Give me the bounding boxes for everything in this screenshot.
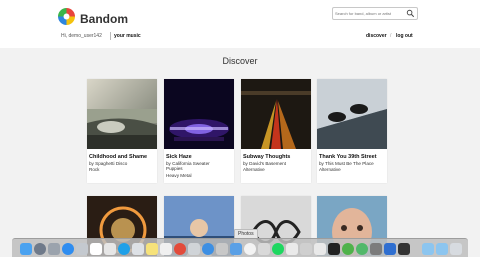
album-genre: Rock bbox=[89, 167, 100, 172]
search-icon[interactable] bbox=[406, 9, 415, 18]
page-title: Discover bbox=[222, 56, 258, 66]
album-artist[interactable]: by David's Basement bbox=[243, 161, 311, 166]
album-card[interactable]: Sick Haze by California Sweater Puppies … bbox=[164, 79, 234, 183]
search-input[interactable] bbox=[335, 9, 405, 18]
mail-icon[interactable] bbox=[230, 243, 242, 255]
folder-icon[interactable] bbox=[436, 243, 448, 255]
logout-link[interactable]: log out bbox=[396, 33, 413, 39]
album-cover[interactable] bbox=[87, 79, 157, 149]
album-genre: Heavy Metal bbox=[166, 173, 192, 178]
album-card[interactable]: Subway Thoughts by David's Basement Alte… bbox=[241, 79, 311, 183]
notes-icon[interactable] bbox=[146, 243, 158, 255]
app-icon[interactable] bbox=[398, 243, 410, 255]
album-genre: Alternative bbox=[319, 167, 341, 172]
user-greeting: Hi, demo_user142 bbox=[61, 33, 102, 39]
app-icon[interactable] bbox=[48, 243, 60, 255]
skype-icon[interactable] bbox=[118, 243, 130, 255]
spotify-icon[interactable] bbox=[272, 243, 284, 255]
app-icon[interactable] bbox=[258, 243, 270, 255]
app-icon[interactable] bbox=[132, 243, 144, 255]
bandom-logo[interactable] bbox=[58, 8, 75, 25]
album-cover[interactable] bbox=[241, 79, 311, 149]
app-icon[interactable] bbox=[300, 243, 312, 255]
nav-separator: / bbox=[390, 33, 392, 39]
header: Bandom Hi, demo_user142 your music disco… bbox=[0, 0, 480, 48]
app-icon[interactable] bbox=[314, 243, 326, 255]
dock bbox=[12, 238, 468, 257]
album-title[interactable]: Sick Haze bbox=[166, 154, 234, 160]
album-title[interactable]: Subway Thoughts bbox=[243, 154, 311, 160]
app-icon[interactable] bbox=[90, 243, 102, 255]
divider bbox=[110, 32, 111, 40]
album-artist[interactable]: by Spaghetti Disco bbox=[89, 161, 157, 166]
trash-icon[interactable] bbox=[450, 243, 462, 255]
album-artist[interactable]: by This Must Be The Place bbox=[319, 161, 387, 166]
your-music-link[interactable]: your music bbox=[114, 33, 141, 39]
finder-icon[interactable] bbox=[20, 243, 32, 255]
app-icon[interactable] bbox=[104, 243, 116, 255]
album-title[interactable]: Childhood and Shame bbox=[89, 154, 157, 160]
app-icon[interactable] bbox=[370, 243, 382, 255]
launchpad-icon[interactable] bbox=[34, 243, 46, 255]
chrome-icon[interactable] bbox=[174, 243, 186, 255]
terminal-icon[interactable] bbox=[328, 243, 340, 255]
album-card[interactable]: Thank You 39th Street by This Must Be Th… bbox=[317, 79, 387, 183]
user-bar: Hi, demo_user142 your music discover / l… bbox=[0, 30, 480, 44]
album-genre: Alternative bbox=[243, 167, 265, 172]
album-artist[interactable]: by California Sweater Puppies bbox=[166, 161, 216, 171]
app-icon[interactable] bbox=[356, 243, 368, 255]
album-cover[interactable] bbox=[164, 79, 234, 149]
photos-icon[interactable] bbox=[244, 243, 256, 255]
app-icon[interactable] bbox=[160, 243, 172, 255]
discover-link[interactable]: discover bbox=[366, 33, 387, 39]
folder-icon[interactable] bbox=[422, 243, 434, 255]
app-icon[interactable] bbox=[76, 243, 88, 255]
album-cover[interactable] bbox=[317, 79, 387, 149]
album-title[interactable]: Thank You 39th Street bbox=[319, 154, 387, 160]
app-store-icon[interactable] bbox=[62, 243, 74, 255]
app-icon[interactable] bbox=[188, 243, 200, 255]
safari-icon[interactable] bbox=[202, 243, 214, 255]
app-icon[interactable] bbox=[286, 243, 298, 255]
album-card[interactable]: Childhood and Shame by Spaghetti Disco R… bbox=[87, 79, 157, 183]
brand-name[interactable]: Bandom bbox=[80, 12, 128, 26]
app-icon[interactable] bbox=[342, 243, 354, 255]
app-icon[interactable] bbox=[384, 243, 396, 255]
app-icon[interactable] bbox=[216, 243, 228, 255]
search-box bbox=[332, 7, 418, 20]
